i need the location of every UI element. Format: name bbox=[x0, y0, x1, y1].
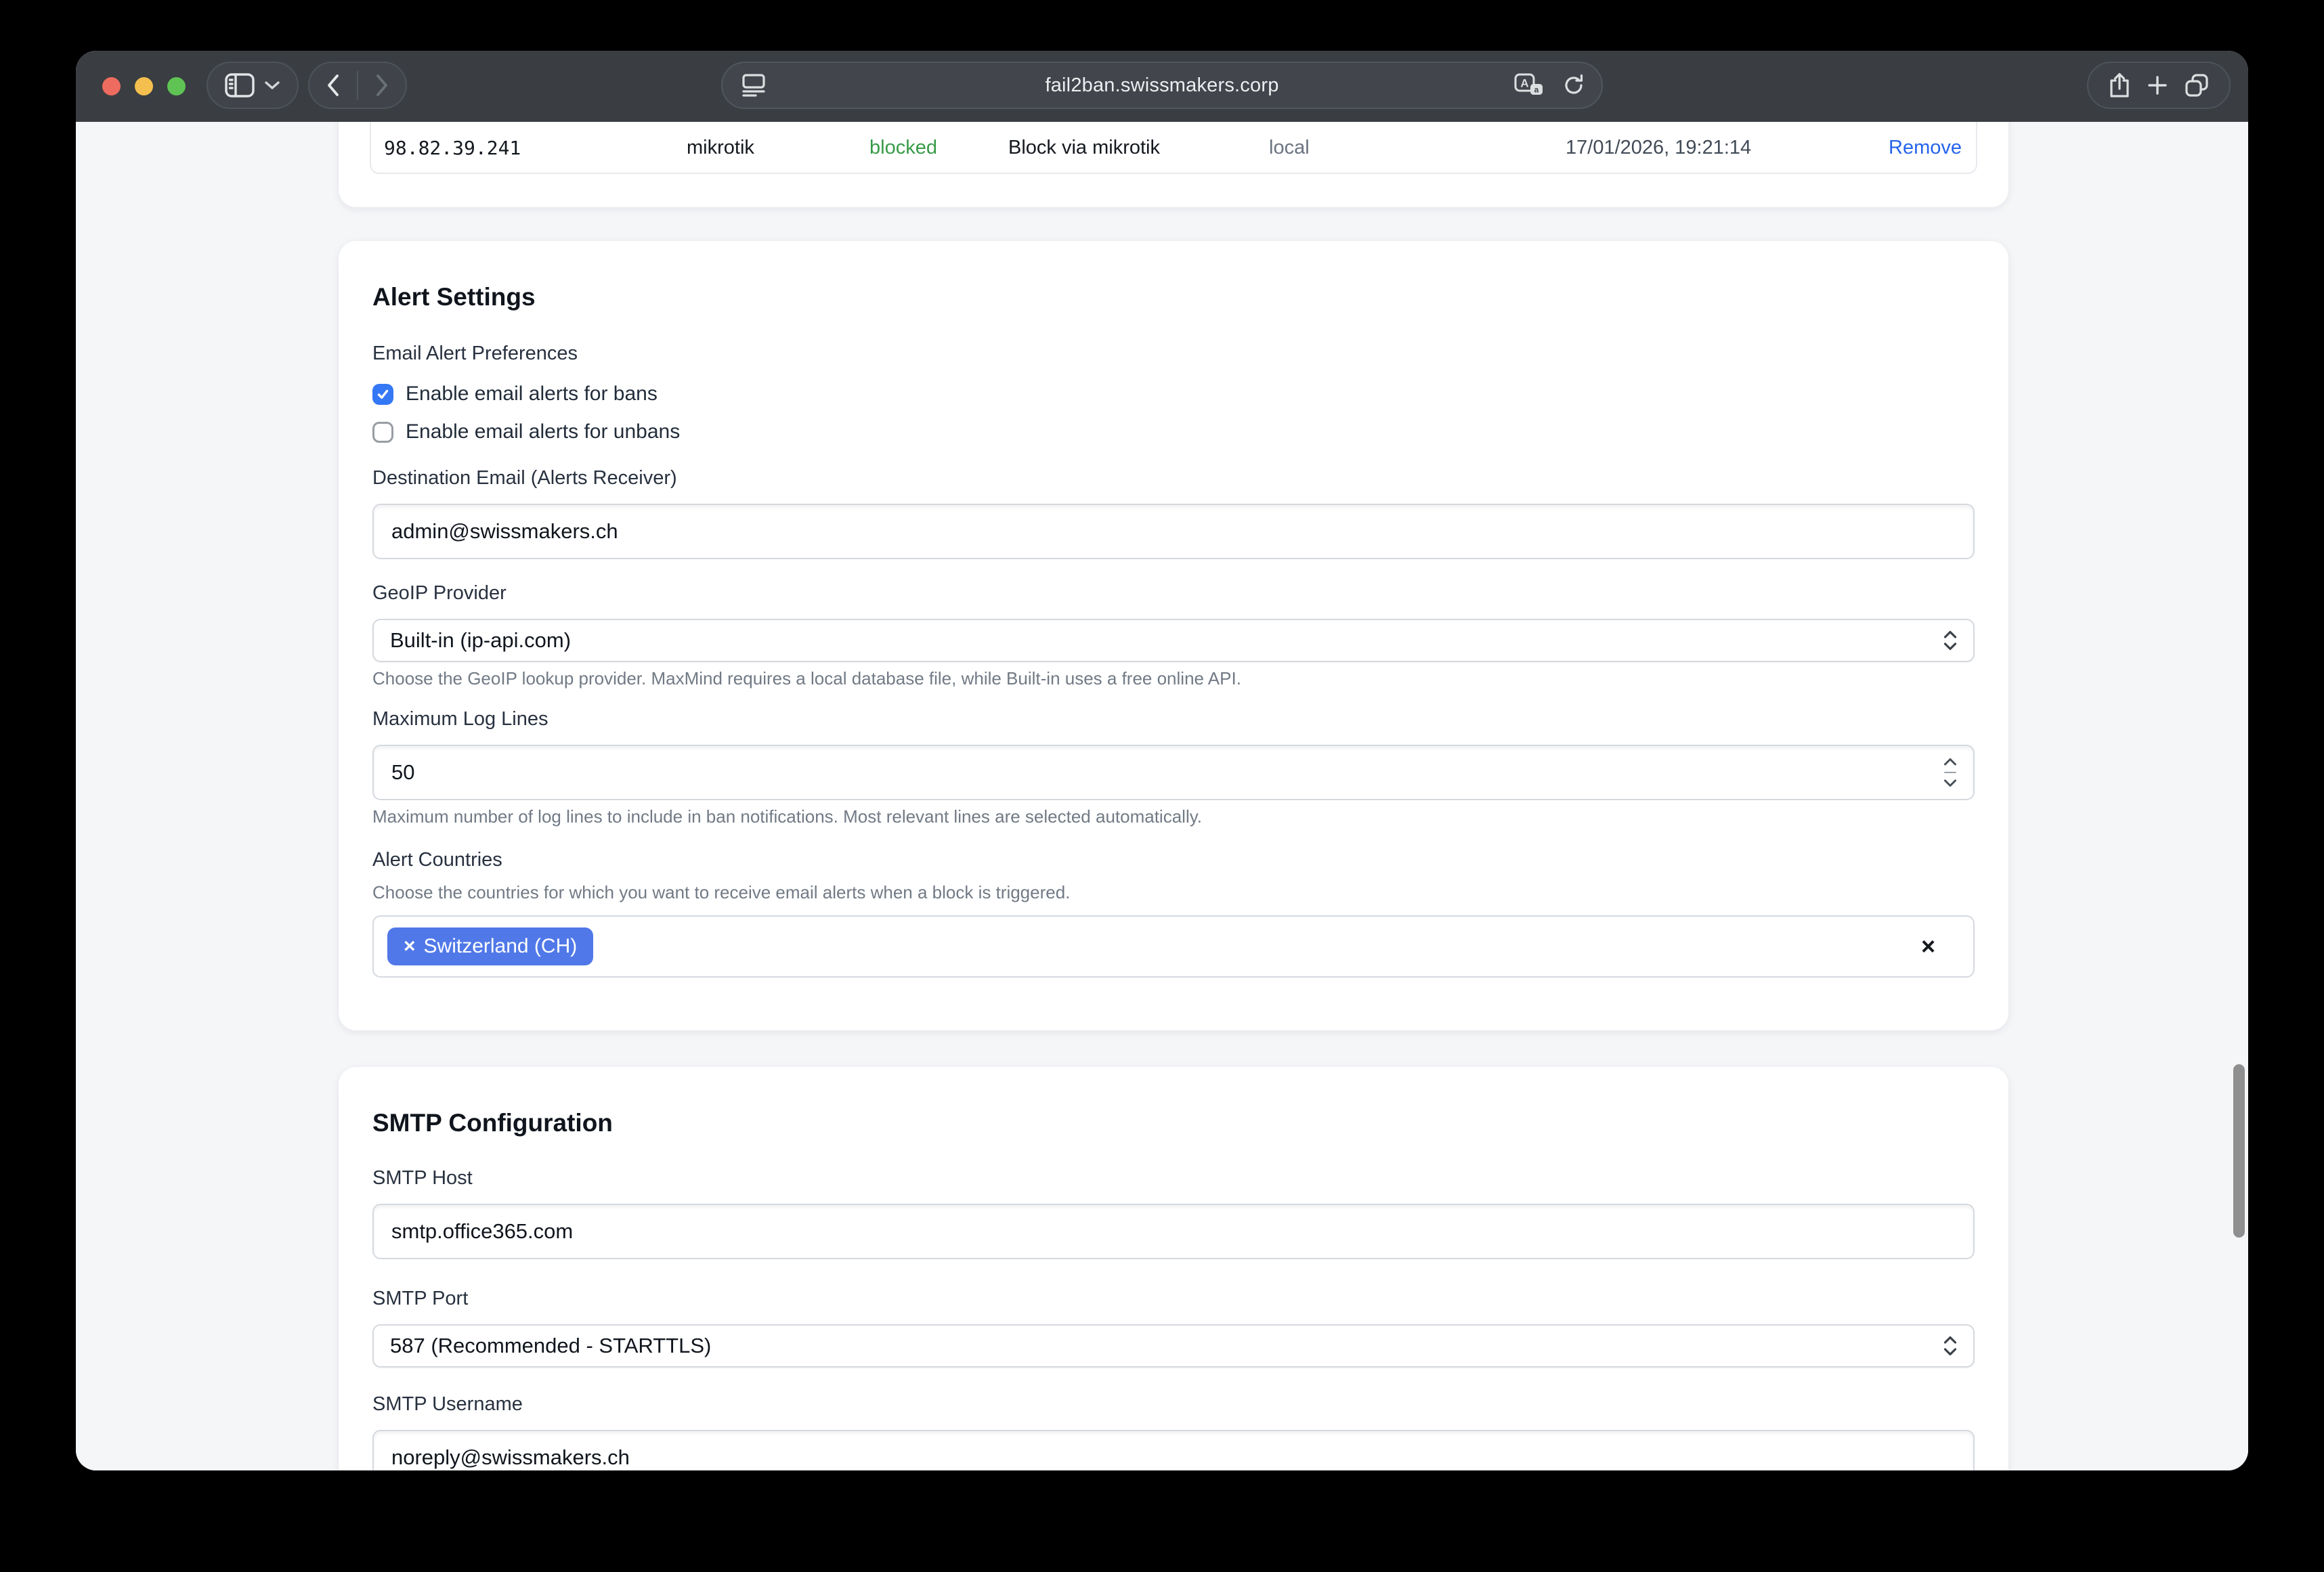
translate-icon[interactable]: A a bbox=[1513, 72, 1545, 99]
dest-email-input[interactable] bbox=[372, 504, 1975, 559]
countries-clear-button[interactable]: × bbox=[1921, 934, 1935, 959]
minimize-window-button[interactable] bbox=[135, 77, 153, 95]
reload-icon[interactable] bbox=[1561, 72, 1587, 98]
countries-label: Alert Countries bbox=[372, 848, 1975, 872]
dest-email-label: Destination Email (Alerts Receiver) bbox=[372, 466, 1975, 490]
row-ip: 98.82.39.241 bbox=[384, 137, 687, 159]
max-log-label: Maximum Log Lines bbox=[372, 707, 1975, 731]
alert-settings-card: Alert Settings Email Alert Preferences E… bbox=[339, 241, 2008, 1030]
chevron-right-icon bbox=[374, 73, 389, 97]
sidebar-toggle-button[interactable] bbox=[207, 62, 299, 109]
url-text: fail2ban.swissmakers.corp bbox=[1045, 74, 1278, 97]
smtp-username-label: SMTP Username bbox=[372, 1392, 1975, 1416]
smtp-host-input[interactable] bbox=[372, 1204, 1975, 1259]
geoip-select-value: Built-in (ip-api.com) bbox=[390, 628, 571, 653]
checkmark-icon bbox=[376, 388, 389, 401]
table-row: 98.82.39.241 mikrotik blocked Block via … bbox=[371, 125, 1976, 173]
remove-ban-link[interactable]: Remove bbox=[1889, 137, 1962, 159]
select-chevrons-icon bbox=[1942, 1334, 1958, 1357]
sidebar-icon bbox=[225, 73, 255, 97]
banned-ips-card: 98.82.39.241 mikrotik blocked Block via … bbox=[339, 122, 2008, 207]
select-chevrons-icon bbox=[1942, 629, 1958, 652]
browser-window: fail2ban.swissmakers.corp A a bbox=[76, 51, 2248, 1470]
countries-help: Choose the countries for which you want … bbox=[372, 881, 1975, 903]
smtp-port-select-value: 587 (Recommended - STARTTLS) bbox=[390, 1334, 711, 1358]
alert-settings-title: Alert Settings bbox=[372, 282, 1975, 313]
countries-multiselect[interactable]: × Switzerland (CH) × bbox=[372, 915, 1975, 978]
row-date: 17/01/2026, 19:21:14 bbox=[1566, 137, 1889, 159]
browser-titlebar: fail2ban.swissmakers.corp A a bbox=[76, 51, 2248, 122]
smtp-username-input[interactable] bbox=[372, 1430, 1975, 1470]
scrollbar-thumb[interactable] bbox=[2233, 1064, 2245, 1238]
banned-ips-table: 98.82.39.241 mikrotik blocked Block via … bbox=[370, 122, 1977, 174]
max-log-field bbox=[372, 745, 1975, 800]
number-stepper-icon[interactable] bbox=[1942, 756, 1958, 789]
row-status-badge: blocked bbox=[869, 137, 1008, 159]
unbans-checkbox-row: Enable email alerts for unbans bbox=[372, 417, 1975, 447]
address-bar[interactable]: fail2ban.swissmakers.corp A a bbox=[721, 62, 1603, 109]
geoip-help: Choose the GeoIP lookup provider. MaxMin… bbox=[372, 668, 1975, 689]
zoom-window-button[interactable] bbox=[167, 77, 186, 95]
tab-overview-icon[interactable] bbox=[2184, 72, 2210, 98]
bans-checkbox-row: Enable email alerts for bans bbox=[372, 379, 1975, 409]
svg-text:A: A bbox=[1520, 77, 1528, 90]
page-content: 98.82.39.241 mikrotik blocked Block via … bbox=[76, 122, 2248, 1470]
bans-checkbox[interactable] bbox=[372, 384, 393, 405]
toolbar-actions bbox=[2087, 62, 2231, 109]
chevron-left-icon bbox=[326, 73, 341, 97]
traffic-lights bbox=[102, 51, 186, 122]
desktop: { "browser": { "url": "fail2ban.swissmak… bbox=[0, 0, 2324, 1572]
row-source: local bbox=[1269, 137, 1566, 159]
smtp-config-title: SMTP Configuration bbox=[372, 1108, 1975, 1139]
geoip-label: GeoIP Provider bbox=[372, 581, 1975, 605]
email-prefs-label: Email Alert Preferences bbox=[372, 341, 1975, 366]
smtp-port-label: SMTP Port bbox=[372, 1286, 1975, 1311]
smtp-host-label: SMTP Host bbox=[372, 1166, 1975, 1190]
forward-button[interactable] bbox=[358, 63, 406, 108]
max-log-help: Maximum number of log lines to include i… bbox=[372, 806, 1975, 827]
unbans-checkbox-label: Enable email alerts for unbans bbox=[406, 420, 680, 443]
unbans-checkbox[interactable] bbox=[372, 422, 393, 443]
country-tag-label: Switzerland (CH) bbox=[424, 935, 578, 958]
smtp-port-select[interactable]: 587 (Recommended - STARTTLS) bbox=[372, 1324, 1975, 1368]
geoip-select[interactable]: Built-in (ip-api.com) bbox=[372, 619, 1975, 662]
share-icon[interactable] bbox=[2108, 72, 2131, 99]
bans-checkbox-label: Enable email alerts for bans bbox=[406, 383, 658, 406]
chevron-down-icon bbox=[264, 81, 280, 90]
row-action: Block via mikrotik bbox=[1008, 137, 1269, 159]
max-log-input[interactable] bbox=[372, 745, 1975, 800]
new-tab-icon[interactable] bbox=[2146, 74, 2169, 97]
tag-remove-icon[interactable]: × bbox=[404, 935, 416, 958]
page-format-icon[interactable] bbox=[740, 72, 767, 99]
row-jail: mikrotik bbox=[687, 137, 869, 159]
back-button[interactable] bbox=[309, 63, 357, 108]
country-tag-switzerland[interactable]: × Switzerland (CH) bbox=[387, 927, 593, 965]
nav-buttons bbox=[308, 62, 407, 109]
svg-text:a: a bbox=[1534, 85, 1539, 95]
smtp-config-card: SMTP Configuration SMTP Host SMTP Port 5… bbox=[339, 1067, 2008, 1470]
close-window-button[interactable] bbox=[102, 77, 121, 95]
